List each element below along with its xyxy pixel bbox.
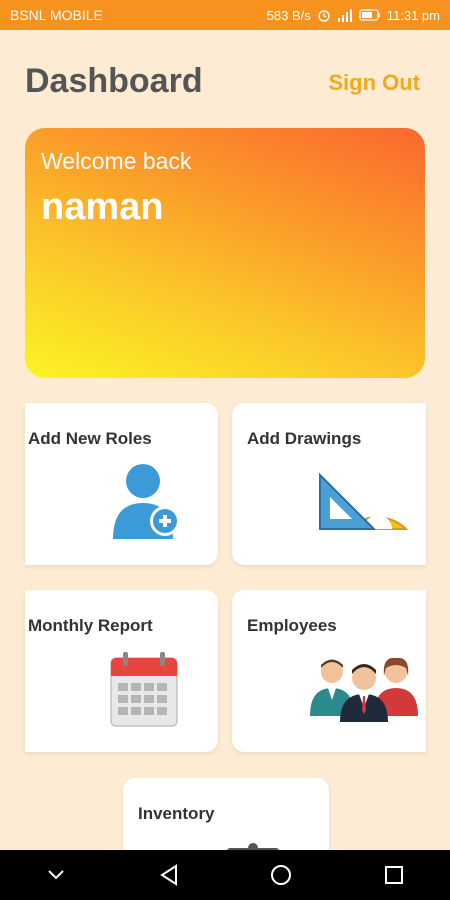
tile-label: Employees	[247, 616, 337, 635]
status-indicators: 583 B/s 11:31 pm	[267, 8, 440, 23]
user-name: naman	[41, 186, 164, 228]
home-icon	[271, 865, 292, 885]
collapse-nav-button[interactable]	[26, 850, 86, 900]
drawing-tools-icon	[319, 473, 408, 530]
tile-label: Inventory	[138, 804, 215, 823]
welcome-card: Welcome back naman	[25, 128, 425, 378]
tile-add-drawings[interactable]: Add Drawings	[232, 403, 426, 565]
alarm-icon	[318, 10, 330, 22]
tile-label: Add Drawings	[247, 429, 362, 448]
add-user-icon	[113, 464, 180, 539]
tile-employees[interactable]: Employees	[232, 590, 426, 752]
signal-icon	[337, 9, 352, 22]
clock: 11:31 pm	[386, 7, 440, 23]
battery-icon	[359, 9, 380, 21]
system-nav-bar	[0, 850, 450, 900]
calendar-icon	[110, 652, 178, 727]
home-button[interactable]	[251, 850, 311, 900]
back-button[interactable]	[139, 850, 199, 900]
tile-add-new-roles[interactable]: Add New Roles	[25, 403, 218, 565]
chevron-down-icon	[48, 870, 64, 880]
net-speed: 583 B/s	[266, 7, 311, 23]
tile-label: Monthly Report	[28, 616, 153, 635]
employees-icon	[310, 657, 418, 722]
sign-out-button[interactable]: Sign Out	[328, 70, 420, 96]
recents-icon	[384, 866, 403, 884]
page-title: Dashboard	[25, 62, 203, 100]
carrier-label: BSNL MOBILE	[10, 7, 103, 23]
header: Dashboard Sign Out	[0, 30, 450, 130]
tile-label: Add New Roles	[28, 429, 152, 448]
recents-button[interactable]	[364, 850, 424, 900]
welcome-greeting: Welcome back	[41, 148, 192, 174]
status-bar: BSNL MOBILE 583 B/s 11:31 pm	[0, 0, 450, 30]
tile-monthly-report[interactable]: Monthly Report	[25, 590, 218, 752]
back-icon	[159, 864, 177, 886]
